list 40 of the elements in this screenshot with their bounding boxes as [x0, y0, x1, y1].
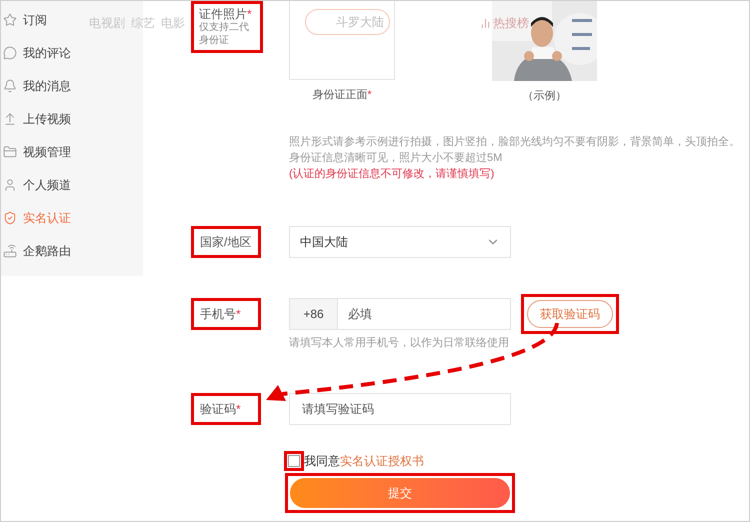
- agree-text: 我同意: [304, 453, 340, 470]
- upload-box[interactable]: 斗罗大陆: [289, 1, 395, 80]
- get-code-button[interactable]: 获取验证码: [527, 300, 613, 328]
- upload-icon: [3, 112, 17, 126]
- folder-icon: [3, 145, 17, 159]
- search-field[interactable]: 斗罗大陆: [305, 9, 390, 35]
- nav-link[interactable]: 电影: [161, 14, 185, 32]
- star-icon: [3, 13, 17, 27]
- sidebar-item[interactable]: 个人频道: [1, 172, 71, 198]
- sidebar-item[interactable]: 我的消息: [1, 73, 71, 99]
- submit-button[interactable]: 提交: [290, 478, 510, 508]
- caption: （示例）: [522, 89, 566, 104]
- sidebar-item[interactable]: 订阅: [1, 7, 47, 33]
- bell-icon: [3, 79, 17, 93]
- sidebar-item[interactable]: 视频管理: [1, 139, 71, 165]
- chat-icon: [3, 46, 17, 60]
- phone-field[interactable]: 必填: [337, 298, 511, 330]
- field-label: 国家/地区: [191, 226, 261, 258]
- router-icon: [3, 244, 17, 258]
- chart-icon: [480, 18, 491, 28]
- shield-icon: [3, 211, 17, 225]
- hot-search-link[interactable]: 热搜榜: [480, 14, 529, 32]
- region-select[interactable]: 中国大陆: [289, 226, 511, 258]
- sidebar-item[interactable]: 我的评论: [1, 40, 71, 66]
- field-label: 验证码*: [191, 393, 261, 425]
- sidebar-item[interactable]: 上传视频: [1, 106, 71, 132]
- sidebar-item[interactable]: 企鹅路由: [1, 238, 71, 264]
- sidebar-item[interactable]: 实名认证: [1, 205, 71, 231]
- user-icon: [3, 178, 17, 192]
- country-code: +86: [289, 298, 337, 330]
- warning-text: (认证的身份证信息不可修改，请谨慎填写): [289, 166, 496, 182]
- caption: 身份证正面*: [312, 88, 372, 103]
- field-label: 手机号*: [191, 298, 261, 330]
- field-label: 证件照片* 仅支持二代身份证: [191, 1, 263, 53]
- agreement-link[interactable]: 实名认证授权书: [340, 452, 424, 470]
- checkbox[interactable]: [288, 455, 300, 467]
- hint-text: 身份证信息清晰可见，照片大小不要超过5M: [289, 150, 504, 166]
- hint-text: 请填写本人常用手机号，以作为日常联络使用: [289, 336, 510, 350]
- code-field[interactable]: 请填写验证码: [289, 393, 511, 425]
- hint-text: 照片形式请参考示例进行拍摄，图片竖拍，脸部光线均匀不要有阴影，背景简单，头顶拍全。: [289, 134, 741, 150]
